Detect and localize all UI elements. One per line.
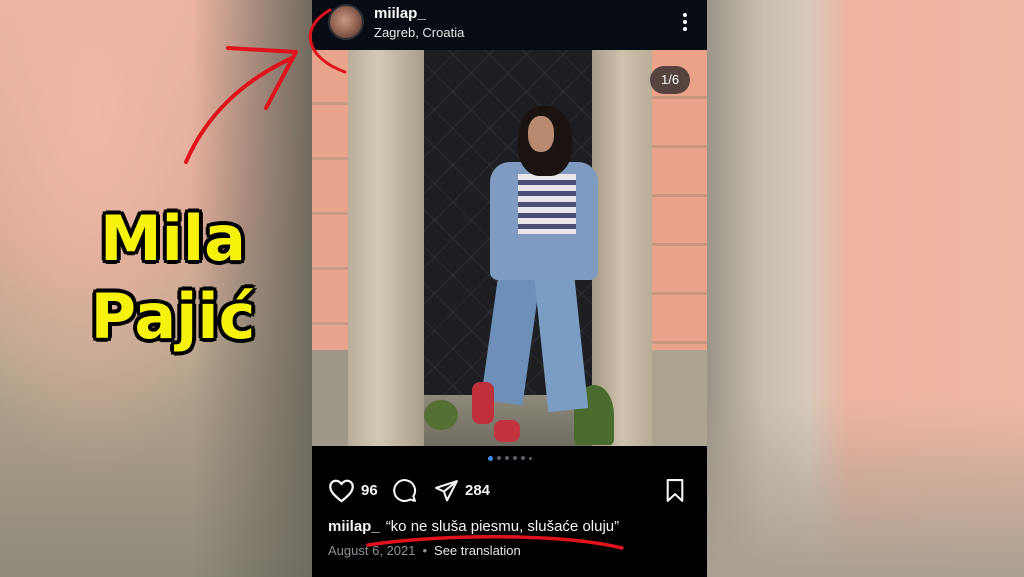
meta-separator: • bbox=[422, 543, 428, 558]
blurred-background-right bbox=[707, 0, 1024, 577]
carousel-dot-active bbox=[487, 455, 493, 461]
carousel-dot bbox=[520, 456, 525, 460]
share-count[interactable]: 284 bbox=[465, 482, 490, 499]
instagram-post: miilap_ Zagreb, Croatia 1/6 96 284 miila… bbox=[312, 0, 707, 577]
caption-text: “ko ne sluša piesmu, slušaće oluju” bbox=[385, 518, 620, 535]
post-date: August 6, 2021 bbox=[328, 543, 416, 558]
name-line-2: Pajić bbox=[90, 280, 256, 353]
action-bar: 96 284 bbox=[312, 478, 707, 508]
post-meta: August 6, 2021 • See translation bbox=[328, 543, 521, 558]
paper-plane-icon bbox=[435, 480, 458, 502]
like-count[interactable]: 96 bbox=[361, 482, 378, 499]
carousel-dot bbox=[512, 456, 517, 460]
carousel-dot bbox=[504, 456, 509, 460]
carousel-dot bbox=[528, 456, 532, 460]
bookmark-icon bbox=[666, 479, 684, 502]
post-header: miilap_ Zagreb, Croatia bbox=[312, 0, 707, 50]
comment-bubble-icon bbox=[393, 479, 417, 502]
post-location[interactable]: Zagreb, Croatia bbox=[374, 25, 464, 40]
heart-icon bbox=[329, 479, 354, 503]
comment-button[interactable] bbox=[392, 478, 417, 503]
post-photo[interactable]: 1/6 bbox=[312, 50, 707, 446]
carousel-dots bbox=[312, 455, 707, 461]
like-button[interactable]: 96 bbox=[328, 478, 378, 503]
name-overlay-label: Mila Pajić bbox=[48, 200, 298, 356]
image-counter-badge: 1/6 bbox=[650, 66, 691, 94]
more-vertical-icon[interactable] bbox=[677, 10, 693, 34]
name-line-1: Mila bbox=[99, 202, 247, 275]
share-button[interactable]: 284 bbox=[434, 478, 490, 503]
avatar[interactable] bbox=[328, 4, 364, 40]
carousel-dot bbox=[496, 456, 501, 460]
see-translation-link[interactable]: See translation bbox=[434, 543, 521, 558]
caption-username[interactable]: miilap_ bbox=[328, 518, 380, 535]
post-caption: miilap_ “ko ne sluša piesmu, slušaće oluj… bbox=[328, 518, 619, 535]
post-username[interactable]: miilap_ bbox=[374, 5, 426, 22]
save-button[interactable] bbox=[664, 478, 686, 503]
